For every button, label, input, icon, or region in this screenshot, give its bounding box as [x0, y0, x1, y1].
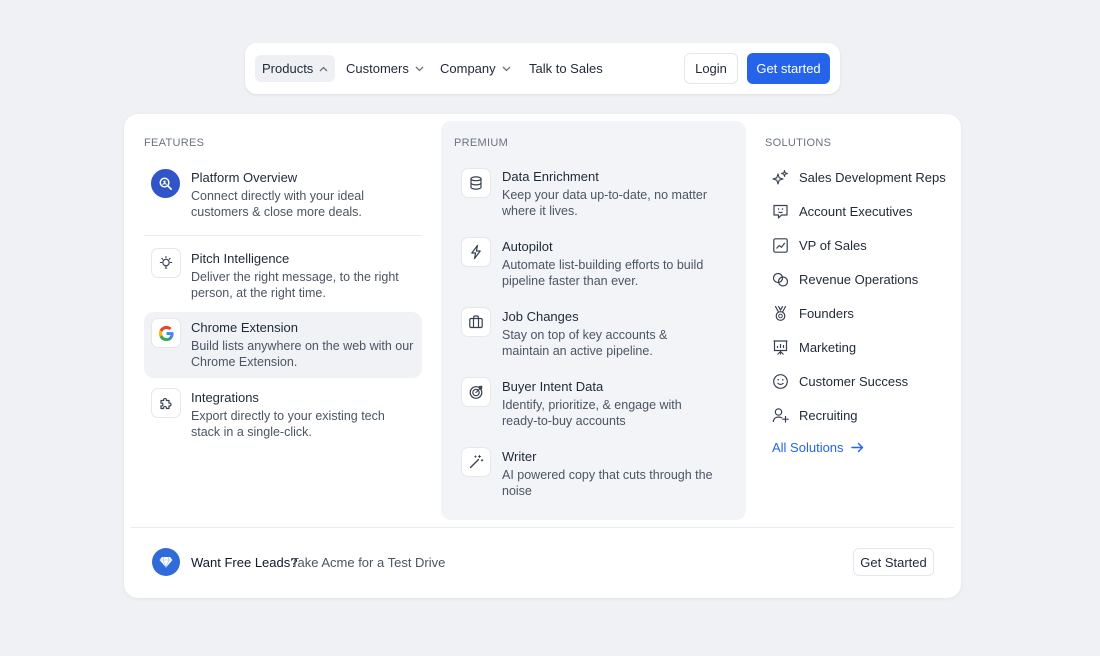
solution-sales-development-reps[interactable]: Sales Development Reps: [772, 167, 946, 187]
feature-title: Integrations: [191, 390, 259, 405]
smile-icon: [772, 373, 789, 390]
nav-customers-label: Customers: [346, 61, 409, 76]
footer-divider: [131, 527, 954, 528]
feature-desc: Connect directly with your ideal custome…: [191, 189, 364, 219]
target-icon: [461, 377, 491, 407]
feature-title: Chrome Extension: [191, 320, 298, 335]
diamond-icon: [152, 548, 180, 576]
premium-section: PREMIUM Data Enrichment Keep your data u…: [441, 121, 746, 520]
puzzle-icon: [151, 388, 181, 418]
chart-icon: [772, 237, 789, 254]
solutions-heading: SOLUTIONS: [765, 137, 832, 149]
premium-title: Autopilot: [502, 239, 553, 254]
chevron-down-icon: [502, 66, 511, 72]
cta-subtext: Take Acme for a Test Drive: [291, 555, 446, 570]
login-button[interactable]: Login: [684, 53, 738, 84]
google-icon: [151, 318, 181, 348]
features-heading: FEATURES: [144, 137, 205, 149]
arrow-right-icon: [850, 442, 864, 453]
premium-heading: PREMIUM: [454, 137, 509, 149]
feature-title: Pitch Intelligence: [191, 251, 290, 266]
solution-revenue-operations[interactable]: Revenue Operations: [772, 269, 918, 289]
all-solutions-link[interactable]: All Solutions: [772, 440, 864, 455]
solution-vp-of-sales[interactable]: VP of Sales: [772, 235, 867, 255]
solution-label: VP of Sales: [799, 237, 867, 253]
solution-account-executives[interactable]: Account Executives: [772, 201, 912, 221]
solution-founders[interactable]: Founders: [772, 303, 854, 323]
chevron-down-icon: [415, 66, 424, 72]
all-solutions-label: All Solutions: [772, 440, 844, 455]
lightbulb-icon: [151, 248, 181, 278]
feature-divider: [144, 235, 422, 236]
footer-get-started-button[interactable]: Get Started: [853, 548, 934, 576]
nav-talk-to-sales[interactable]: Talk to Sales: [522, 55, 610, 82]
solution-label: Customer Success: [799, 373, 909, 389]
feature-platform-overview[interactable]: Platform Overview Connect directly with …: [144, 162, 422, 222]
feature-chrome-extension[interactable]: Chrome Extension Build lists anywhere on…: [144, 312, 422, 378]
solution-marketing[interactable]: Marketing: [772, 337, 856, 357]
coins-icon: [772, 271, 789, 288]
feature-pitch-intelligence[interactable]: Pitch Intelligence Deliver the right mes…: [144, 242, 422, 304]
cta-heading: Want Free Leads?: [191, 555, 298, 570]
database-icon: [461, 168, 491, 198]
solution-label: Sales Development Reps: [799, 169, 946, 185]
solution-label: Marketing: [799, 339, 857, 355]
feature-desc: Export directly to your existing tech st…: [191, 409, 385, 439]
premium-desc: Automate list-building efforts to build …: [502, 258, 704, 288]
products-mega-menu: FEATURES Platform Overview Connect direc…: [124, 114, 961, 598]
nav-customers[interactable]: Customers: [339, 55, 431, 82]
get-started-button[interactable]: Get started: [747, 53, 830, 84]
premium-desc: AI powered copy that cuts through the no…: [502, 468, 713, 498]
premium-title: Data Enrichment: [502, 169, 599, 184]
premium-desc: Keep your data up-to-date, no matter whe…: [502, 188, 707, 218]
magic-wand-icon: [461, 447, 491, 477]
chevron-up-icon: [319, 66, 328, 72]
feature-title: Platform Overview: [191, 170, 298, 185]
sparkles-icon: [772, 169, 789, 186]
nav-company-label: Company: [440, 61, 496, 76]
premium-desc: Identify, prioritize, & engage with read…: [502, 398, 682, 428]
solution-recruiting[interactable]: Recruiting: [772, 405, 858, 425]
top-navigation: Products Customers Company Talk to Sales…: [245, 43, 840, 94]
presentation-icon: [772, 339, 789, 356]
solution-customer-success[interactable]: Customer Success: [772, 371, 908, 391]
search-icon: [151, 169, 180, 198]
chat-icon: [772, 203, 789, 220]
premium-title: Writer: [502, 449, 537, 464]
solution-label: Founders: [799, 305, 854, 321]
nav-company[interactable]: Company: [433, 55, 518, 82]
nav-products[interactable]: Products: [255, 55, 336, 82]
briefcase-icon: [461, 307, 491, 337]
feature-desc: Build lists anywhere on the web with our…: [191, 339, 414, 369]
feature-desc: Deliver the right message, to the right …: [191, 270, 399, 300]
feature-integrations[interactable]: Integrations Export directly to your exi…: [144, 382, 422, 444]
nav-talk-to-sales-label: Talk to Sales: [529, 61, 603, 76]
medal-icon: [772, 305, 789, 322]
lightning-icon: [461, 237, 491, 267]
solution-label: Revenue Operations: [799, 271, 919, 287]
premium-desc: Stay on top of key accounts & maintain a…: [502, 328, 668, 358]
solution-label: Account Executives: [799, 203, 913, 219]
solution-label: Recruiting: [799, 407, 858, 423]
nav-products-label: Products: [262, 61, 314, 76]
premium-title: Buyer Intent Data: [502, 379, 604, 394]
user-add-icon: [772, 407, 789, 424]
premium-title: Job Changes: [502, 309, 579, 324]
